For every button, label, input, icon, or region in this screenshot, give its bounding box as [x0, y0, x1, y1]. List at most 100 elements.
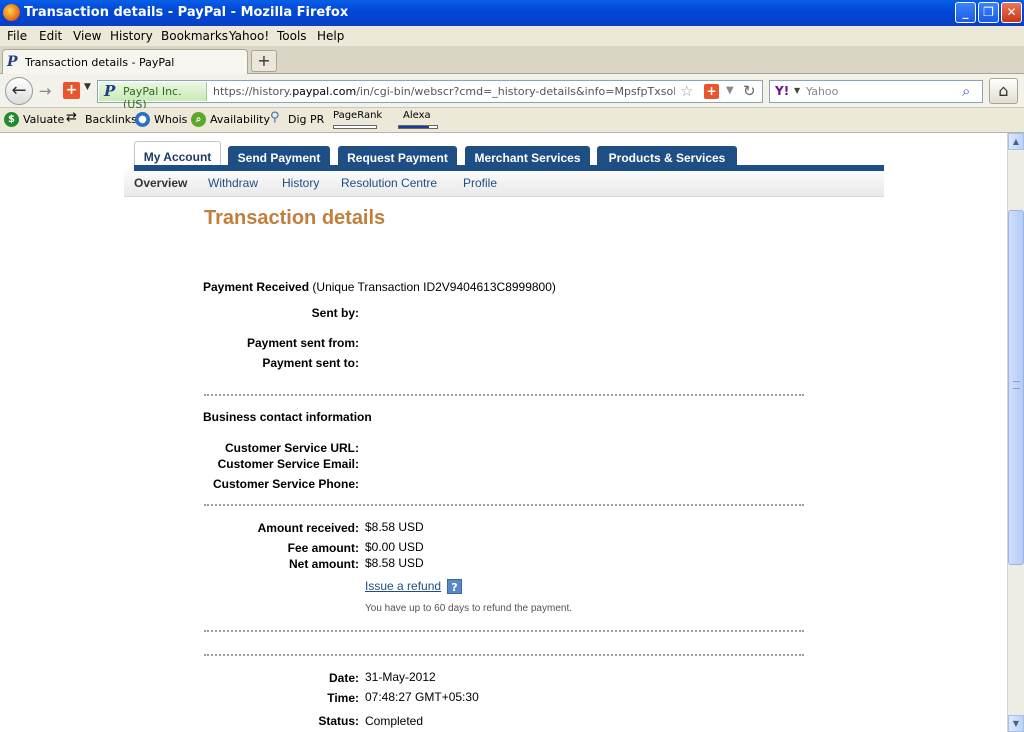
- time-value: 07:48:27 GMT+05:30: [365, 690, 479, 704]
- back-button[interactable]: ←: [5, 77, 33, 105]
- sub-navigation: Overview Withdraw History Resolution Cen…: [124, 171, 884, 197]
- globe-icon: ●: [135, 112, 150, 127]
- scroll-up-arrow-icon: ▲: [1012, 137, 1020, 146]
- payment-type: Payment Received: [203, 280, 310, 294]
- section-divider: [204, 394, 804, 396]
- menu-bookmarks[interactable]: Bookmarks: [161, 29, 228, 43]
- whois-button[interactable]: Whois: [154, 113, 187, 126]
- tab-transaction-details[interactable]: P Transaction details - PayPal: [2, 49, 248, 75]
- fee-amount-label: Fee amount:: [287, 541, 359, 555]
- navigation-bar: ← → + ▼ P PayPal Inc. (US) https://histo…: [0, 74, 1024, 111]
- dig-pr-button[interactable]: Dig PR: [288, 113, 324, 126]
- section-divider: [204, 504, 804, 506]
- section-divider: [204, 630, 804, 632]
- firefox-icon: [3, 4, 20, 21]
- scroll-up-button[interactable]: ▲: [1008, 133, 1024, 150]
- date-label: Date:: [328, 671, 359, 685]
- menu-history[interactable]: History: [110, 29, 153, 43]
- page-viewport: My Account Send Payment Request Payment …: [0, 133, 1007, 732]
- site-identity-badge[interactable]: P PayPal Inc. (US): [99, 82, 207, 111]
- menu-yahoo[interactable]: Yahoo!: [229, 29, 269, 43]
- reload-icon[interactable]: ↻: [743, 82, 756, 100]
- paypal-favicon: P: [7, 54, 18, 70]
- alexa-bar: [398, 125, 438, 129]
- url-bar[interactable]: P PayPal Inc. (US) https://history.paypa…: [97, 80, 763, 111]
- time-label: Time:: [327, 691, 359, 705]
- scrollbar-thumb[interactable]: [1008, 210, 1024, 565]
- amount-received-value: $8.58 USD: [365, 520, 424, 534]
- status-value: Completed: [365, 714, 424, 728]
- vertical-scrollbar[interactable]: ▲ ▼: [1007, 133, 1024, 732]
- home-icon: ⌂: [998, 81, 1009, 100]
- yahoo-search-icon[interactable]: Y!: [775, 84, 789, 98]
- window-title: Transaction details - PayPal - Mozilla F…: [24, 5, 349, 20]
- menu-tools[interactable]: Tools: [277, 29, 307, 43]
- addon-plus-icon[interactable]: +: [63, 82, 80, 99]
- subnav-history[interactable]: History: [282, 176, 319, 190]
- tab-title: Transaction details - PayPal: [25, 56, 175, 69]
- dig-pr-icon: ⚲: [270, 110, 280, 125]
- alexa-label: Alexa: [403, 110, 431, 121]
- payment-sent-from-label: Payment sent from:: [246, 336, 359, 350]
- menu-help[interactable]: Help: [317, 29, 344, 43]
- url-dropdown-icon[interactable]: ▼: [726, 85, 734, 96]
- subnav-overview[interactable]: Overview: [134, 176, 187, 190]
- subnav-profile[interactable]: Profile: [463, 176, 497, 190]
- backlinks-button[interactable]: Backlinks: [85, 113, 137, 126]
- menu-bar: File Edit View History Bookmarks Yahoo! …: [0, 26, 1024, 46]
- sent-by-label: Sent by:: [311, 306, 359, 320]
- issue-refund-link[interactable]: Issue a refund: [365, 579, 441, 593]
- menu-view[interactable]: View: [73, 29, 101, 43]
- pagerank-label: PageRank: [333, 110, 383, 121]
- fee-amount-value: $0.00 USD: [365, 540, 424, 554]
- addon-dropdown-icon[interactable]: ▼: [84, 82, 91, 92]
- menu-file[interactable]: File: [7, 29, 27, 43]
- tab-strip: P Transaction details - PayPal +: [0, 46, 1024, 75]
- scroll-down-button[interactable]: ▼: [1008, 715, 1024, 732]
- menu-edit[interactable]: Edit: [39, 29, 62, 43]
- url-addon-plus-icon[interactable]: +: [704, 84, 719, 99]
- forward-button[interactable]: →: [35, 82, 55, 100]
- subnav-resolution-centre[interactable]: Resolution Centre: [341, 176, 437, 190]
- help-question-icon[interactable]: ?: [447, 579, 462, 594]
- forward-arrow-icon: →: [38, 82, 52, 100]
- page-title: Transaction details: [204, 207, 386, 229]
- magnifier-icon[interactable]: ⌕: [962, 82, 970, 100]
- subnav-withdraw[interactable]: Withdraw: [208, 176, 258, 190]
- dollar-icon: $: [4, 112, 19, 127]
- customer-service-url-label: Customer Service URL:: [224, 441, 359, 455]
- customer-service-email-label: Customer Service Email:: [217, 457, 359, 471]
- payment-summary: Payment Received (Unique Transaction ID2…: [203, 280, 556, 294]
- payment-sent-to-label: Payment sent to:: [262, 356, 359, 370]
- amount-received-label: Amount received:: [257, 521, 359, 535]
- search-input[interactable]: Yahoo: [806, 85, 838, 98]
- section-divider: [204, 654, 804, 656]
- backlinks-arrows-icon: ⇄: [66, 110, 77, 125]
- status-label: Status:: [318, 714, 359, 728]
- url-text[interactable]: https://history.paypal.com/in/cgi-bin/we…: [213, 85, 675, 98]
- date-value: 31-May-2012: [365, 670, 436, 684]
- alexa-bar-fill: [399, 126, 430, 128]
- business-contact-heading: Business contact information: [203, 410, 372, 424]
- availability-button[interactable]: Availability: [210, 113, 270, 126]
- paypal-logo-icon: P: [104, 82, 116, 100]
- addon-toolbar: $ Valuate ⇄ Backlinks ● Whois ⌕ Availabi…: [0, 108, 1024, 133]
- bookmark-star-icon[interactable]: ☆: [680, 82, 693, 100]
- close-button[interactable]: ✕: [1001, 2, 1022, 23]
- back-arrow-icon: ←: [11, 80, 27, 101]
- scrollbar-grip: [1013, 381, 1020, 389]
- customer-service-phone-label: Customer Service Phone:: [212, 477, 359, 491]
- minimize-button[interactable]: _: [955, 2, 976, 23]
- transaction-id: (Unique Transaction ID2V9404613C8999800): [312, 280, 556, 294]
- search-box[interactable]: Y! ▼ Yahoo ⌕: [769, 80, 983, 103]
- scroll-down-arrow-icon: ▼: [1012, 719, 1020, 728]
- net-amount-value: $8.58 USD: [365, 556, 424, 570]
- home-button[interactable]: ⌂: [989, 78, 1018, 104]
- title-bar: Transaction details - PayPal - Mozilla F…: [0, 0, 1024, 26]
- net-amount-label: Net amount:: [289, 557, 359, 571]
- valuate-button[interactable]: Valuate: [23, 113, 64, 126]
- new-tab-button[interactable]: +: [251, 50, 277, 72]
- search-engine-dropdown-icon[interactable]: ▼: [794, 86, 800, 95]
- restore-button[interactable]: ❐: [978, 2, 999, 23]
- refund-note: You have up to 60 days to refund the pay…: [365, 603, 573, 614]
